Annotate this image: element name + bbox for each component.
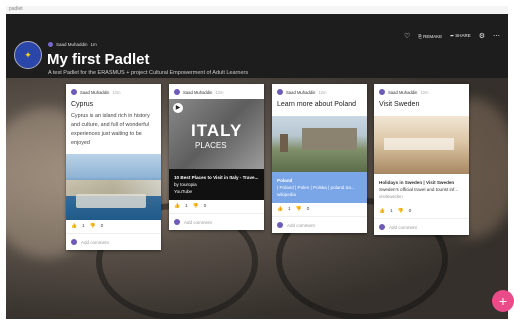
dislike-icon[interactable]: 👎 — [90, 224, 96, 229]
commenter-avatar — [174, 219, 180, 225]
post-reactions: 👍 1 👎 0 — [174, 204, 207, 209]
commenter-avatar — [379, 224, 385, 230]
comment-field[interactable]: Add comment — [272, 216, 367, 233]
browser-strip: padlet — [6, 6, 508, 14]
header-actions: ♡ ⎘ REMAKE ➦ SHARE ⚙ ⋯ — [404, 32, 500, 40]
post-author: Saad Muhaddin 12m — [272, 84, 367, 95]
avatar — [379, 89, 385, 95]
video-attachment[interactable]: 10 Best Places to Visit in Italy - Trave… — [169, 169, 264, 200]
share-button[interactable]: ➦ SHARE — [450, 33, 471, 39]
page-title: My first Padlet — [47, 51, 150, 68]
dislike-icon[interactable]: 👎 — [398, 209, 404, 214]
post-card-sweden[interactable]: Saad Muhaddin 12m Visit Sweden Holidays … — [374, 84, 469, 235]
italy-video-thumbnail[interactable]: ▶ ITALY PLACES — [169, 99, 264, 169]
like-icon[interactable]: 👍 — [174, 204, 180, 209]
poland-photo — [272, 116, 367, 172]
like-icon[interactable]: 👍 — [379, 209, 385, 214]
post-author: Saad Muhaddin 12m — [169, 84, 264, 95]
header-time: 1m — [90, 42, 97, 47]
author-name: Saad Muhaddin — [56, 42, 88, 47]
heart-icon[interactable]: ♡ — [404, 32, 410, 40]
comment-field[interactable]: Add comment — [66, 233, 161, 250]
author-avatar — [48, 42, 53, 47]
thumbnail-subtitle: PLACES — [195, 141, 227, 150]
remake-button[interactable]: ⎘ REMAKE — [418, 34, 442, 39]
like-icon[interactable]: 👍 — [277, 207, 283, 212]
link-attachment[interactable]: Poland | Poland | Polen | Polska | polan… — [272, 172, 367, 203]
avatar — [277, 89, 283, 95]
eu-stars-icon: ✦ — [24, 50, 32, 60]
avatar — [71, 89, 77, 95]
comment-field[interactable]: Add comment — [374, 218, 469, 235]
app-label: padlet — [9, 6, 23, 12]
post-reactions: 👍 1 👎 0 — [71, 224, 104, 229]
avatar — [174, 89, 180, 95]
comment-field[interactable]: Add comment — [169, 213, 264, 230]
like-icon[interactable]: 👍 — [71, 224, 77, 229]
dislike-icon[interactable]: 👎 — [193, 204, 199, 209]
gear-icon[interactable]: ⚙ — [479, 32, 485, 40]
more-icon[interactable]: ⋯ — [493, 32, 500, 40]
commenter-avatar — [277, 222, 283, 228]
post-card-poland[interactable]: Saad Muhaddin 12m Learn more about Polan… — [272, 84, 367, 233]
post-card-cyprus[interactable]: Saad Muhaddin 12m Cyprus Cyprus is an is… — [66, 84, 161, 250]
plus-icon: + — [498, 293, 508, 309]
header-author: Saad Muhaddin 1m — [48, 42, 97, 47]
page-subtitle: A test Padlet for the ERASMUS + project … — [48, 70, 249, 76]
post-title: Learn more about Poland — [277, 101, 356, 108]
thumbnail-title: ITALY — [191, 121, 243, 140]
sweden-photo — [374, 116, 469, 174]
cyprus-photo — [66, 154, 161, 220]
padlet-window: padlet ✦ Saad Muhaddin 1m My first Padle… — [6, 6, 508, 319]
add-post-button[interactable]: + — [492, 290, 514, 312]
post-title: Cyprus — [71, 101, 94, 108]
padlet-header: ✦ Saad Muhaddin 1m My first Padlet A tes… — [6, 14, 508, 78]
post-body: Cyprus is an island rich in history and … — [71, 113, 150, 146]
post-author: Saad Muhaddin 12m — [374, 84, 469, 95]
link-attachment[interactable]: Holidays in Sweden | Visit Sweden Sweden… — [374, 174, 469, 205]
post-reactions: 👍 1 👎 0 — [277, 207, 310, 212]
post-card-italy[interactable]: Saad Muhaddin 12m ▶ ITALY PLACES 10 Best… — [169, 84, 264, 230]
post-author: Saad Muhaddin 12m — [66, 84, 161, 95]
padlet-avatar[interactable]: ✦ — [14, 41, 42, 69]
post-reactions: 👍 1 👎 0 — [379, 209, 412, 214]
post-title: Visit Sweden — [379, 101, 420, 108]
commenter-avatar — [71, 239, 77, 245]
dislike-icon[interactable]: 👎 — [296, 207, 302, 212]
play-icon[interactable]: ▶ — [173, 103, 183, 113]
